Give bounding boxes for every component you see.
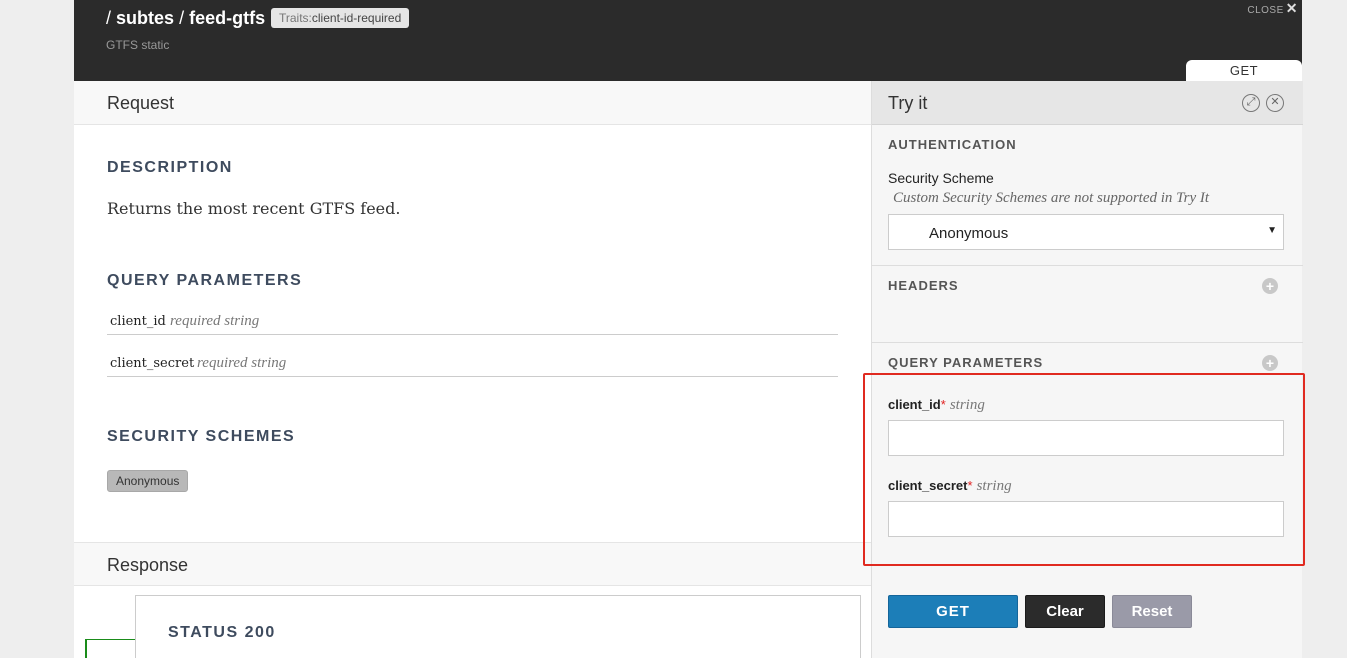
- divider: [872, 265, 1303, 266]
- description-text: Returns the most recent GTFS feed.: [107, 199, 401, 218]
- close-icon[interactable]: ✕: [1266, 94, 1284, 112]
- clear-button[interactable]: Clear: [1025, 595, 1105, 628]
- traits-badge: Traits:client-id-required: [271, 8, 410, 28]
- status-code: STATUS 200: [168, 624, 276, 641]
- get-button[interactable]: GET: [888, 595, 1018, 628]
- chevron-down-icon: ▼: [1267, 225, 1277, 236]
- try-it-panel: Try it ⤢ ✕ AUTHENTICATION Security Schem…: [871, 81, 1303, 658]
- request-title: Request: [107, 93, 175, 113]
- resource-title: / subtes / feed-gtfs: [106, 8, 265, 29]
- request-header: Request: [74, 81, 871, 125]
- add-query-param-icon[interactable]: +: [1262, 355, 1278, 371]
- param-name: client_secret: [888, 478, 968, 493]
- security-scheme-note: Custom Security Schemes are not supporte…: [893, 190, 1210, 206]
- traits-key: Traits:: [279, 11, 312, 25]
- security-scheme-badge[interactable]: Anonymous: [107, 470, 189, 492]
- param-name: client_id: [888, 397, 941, 412]
- status-box: STATUS 200: [135, 595, 861, 658]
- api-console: / subtes / feed-gtfs Traits:client-id-re…: [74, 0, 1303, 658]
- resource-segment-subtes[interactable]: subtes: [116, 8, 174, 28]
- authentication-heading: AUTHENTICATION: [888, 137, 1017, 152]
- security-schemes-heading: SECURITY SCHEMES: [107, 428, 296, 445]
- client-id-label: client_id* string: [888, 397, 985, 414]
- close-button[interactable]: CLOSE ✕: [1247, 0, 1298, 17]
- required-mark: *: [967, 478, 973, 493]
- description-heading: DESCRIPTION: [107, 159, 233, 176]
- close-label: CLOSE: [1247, 5, 1284, 16]
- close-icon: ✕: [1285, 0, 1298, 16]
- client-secret-input[interactable]: [888, 501, 1284, 537]
- query-parameters-heading: QUERY PARAMETERS: [107, 272, 303, 289]
- select-value: Anonymous: [929, 225, 1009, 242]
- request-panel: Request DESCRIPTION Returns the most rec…: [74, 81, 871, 658]
- param-name: client_secret: [110, 356, 195, 371]
- try-it-header: Try it ⤢ ✕: [872, 81, 1303, 125]
- add-header-icon[interactable]: +: [1262, 278, 1278, 294]
- traits-value: client-id-required: [311, 11, 402, 25]
- response-title: Response: [107, 555, 189, 575]
- resource-subtitle: GTFS static: [106, 38, 170, 52]
- security-scheme-label: Security Scheme: [888, 170, 994, 186]
- param-type: required string: [197, 355, 287, 371]
- query-param-row: client_secret required string: [107, 354, 838, 377]
- try-it-title: Try it: [888, 93, 928, 113]
- param-type: string: [976, 478, 1012, 494]
- client-id-input[interactable]: [888, 420, 1284, 456]
- reset-button[interactable]: Reset: [1112, 595, 1192, 628]
- client-secret-label: client_secret* string: [888, 478, 1012, 495]
- path-separator: /: [179, 8, 185, 28]
- headers-heading: HEADERS: [888, 278, 959, 293]
- response-header: Response: [74, 542, 871, 586]
- query-param-row: client_id required string: [107, 312, 838, 335]
- expand-icon[interactable]: ⤢: [1242, 94, 1260, 112]
- security-scheme-select[interactable]: Anonymous ▼: [888, 214, 1284, 250]
- param-type: string: [949, 397, 985, 413]
- method-tab-get[interactable]: GET: [1186, 60, 1302, 81]
- query-parameters-heading: QUERY PARAMETERS: [888, 355, 1044, 370]
- param-type: required string: [170, 313, 260, 329]
- divider: [872, 342, 1303, 343]
- resource-header: / subtes / feed-gtfs Traits:client-id-re…: [74, 0, 1302, 81]
- path-separator: /: [106, 8, 112, 28]
- resource-segment-feed-gtfs[interactable]: feed-gtfs: [189, 8, 265, 28]
- required-mark: *: [940, 397, 946, 412]
- param-name: client_id: [110, 314, 166, 329]
- response-accent: [85, 639, 136, 658]
